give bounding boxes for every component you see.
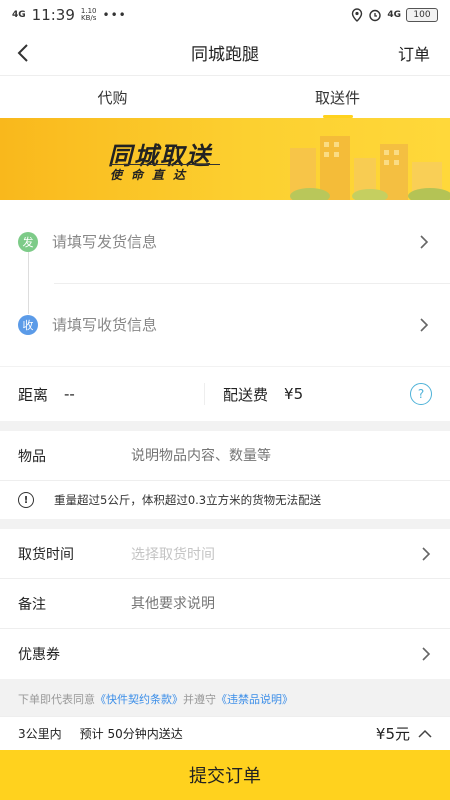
- total-price-value: ¥5元: [375, 725, 410, 743]
- pickup-time-row[interactable]: 取货时间 选择取货时间: [0, 529, 450, 579]
- distance-range: 3公里内: [18, 727, 62, 741]
- speed-unit: KB/s: [80, 14, 97, 22]
- item-label: 物品: [18, 448, 46, 465]
- warning-icon: !: [18, 492, 34, 508]
- prohibited-items-link[interactable]: 《违禁品说明》: [216, 691, 293, 707]
- warning-text: 重量超过5公斤，体积超过0.3立方米的货物无法配送: [54, 493, 322, 507]
- total-price: ¥5元: [376, 723, 432, 744]
- receiver-placeholder: 请填写收货信息: [52, 316, 158, 334]
- navigation-bar: 同城跑腿 订单: [0, 30, 450, 76]
- fee-separator: [204, 383, 206, 405]
- chevron-right-icon: [420, 317, 429, 332]
- address-card: 发 请填写发货信息 收 请填写收货信息: [0, 200, 450, 366]
- fee-row: 距离 -- 配送费 ¥5 ?: [0, 367, 450, 421]
- note-input[interactable]: [131, 595, 432, 612]
- receiver-badge: 收: [18, 314, 38, 335]
- pickup-time-label: 取货时间: [18, 546, 74, 563]
- receiver-info-row[interactable]: 收 请填写收货信息: [0, 283, 450, 366]
- distance-value: --: [64, 385, 75, 403]
- back-arrow-icon: [17, 43, 28, 62]
- delivery-fee-label: 配送费: [223, 385, 269, 404]
- tab-pickup-delivery[interactable]: 取送件: [225, 76, 450, 118]
- item-description-input[interactable]: [131, 447, 432, 464]
- more-notifications-icon: •••: [102, 8, 127, 22]
- coupon-label: 优惠券: [18, 647, 60, 663]
- banner-divider: [110, 164, 220, 165]
- status-left: 4G 11:39 1.10 KB/s •••: [12, 6, 127, 24]
- pickup-time-placeholder: 选择取货时间: [131, 546, 215, 563]
- page-title: 同城跑腿: [191, 45, 259, 65]
- delivery-fee-value: ¥5: [284, 385, 304, 403]
- order-summary-bar[interactable]: 3公里内 预计 50分钟内送达 ¥5元: [0, 716, 450, 750]
- tab-bar: 代购 取送件: [0, 76, 450, 118]
- status-right: 4G 100: [351, 8, 438, 22]
- note-label: 备注: [18, 596, 46, 613]
- location-icon: [352, 8, 363, 22]
- status-bar: 4G 11:39 1.10 KB/s ••• 4G 100: [0, 0, 450, 30]
- orders-link[interactable]: 订单: [398, 41, 450, 65]
- network-indicator: 4G: [12, 9, 26, 20]
- sender-info-row[interactable]: 发 请填写发货信息: [0, 200, 450, 283]
- submit-order-button[interactable]: 提交订单: [0, 750, 450, 800]
- express-terms-link[interactable]: 《快件契约条款》: [95, 691, 183, 707]
- city-skyline-illustration: [290, 136, 450, 200]
- banner-subtitle: 使命直达: [110, 168, 195, 182]
- help-icon[interactable]: ?: [410, 383, 432, 405]
- sender-placeholder: 请填写发货信息: [52, 233, 158, 251]
- alarm-icon: [369, 9, 382, 22]
- agreement-text: 下单即代表同意 《快件契约条款》 并遵守 《违禁品说明》: [0, 685, 450, 713]
- status-time: 11:39: [31, 6, 75, 24]
- wifi-icon: 4G: [387, 10, 401, 20]
- estimated-time: 预计 50分钟内送达: [79, 727, 183, 741]
- back-button[interactable]: [0, 30, 46, 76]
- chevron-right-icon: [422, 546, 431, 561]
- chevron-up-icon[interactable]: [418, 729, 432, 739]
- battery-icon: 100: [406, 8, 438, 22]
- distance-label: 距离: [18, 385, 49, 404]
- promo-banner[interactable]: 同城取送 使命直达: [0, 118, 450, 200]
- agreement-middle: 并遵守: [183, 693, 216, 706]
- sender-badge: 发: [18, 231, 38, 252]
- tab-purchase[interactable]: 代购: [0, 76, 225, 118]
- weight-warning: ! 重量超过5公斤，体积超过0.3立方米的货物无法配送: [0, 481, 450, 519]
- coupon-row[interactable]: 优惠券: [0, 629, 450, 679]
- chevron-right-icon: [420, 234, 429, 249]
- chevron-right-icon: [422, 647, 431, 661]
- note-row: 备注: [0, 579, 450, 629]
- network-speed: 1.10 KB/s: [81, 8, 97, 22]
- agreement-prefix: 下单即代表同意: [18, 693, 95, 706]
- item-card: 物品 ! 重量超过5公斤，体积超过0.3立方米的货物无法配送: [0, 431, 450, 519]
- schedule-card: 取货时间 选择取货时间 备注 优惠券: [0, 529, 450, 679]
- item-row: 物品: [0, 431, 450, 481]
